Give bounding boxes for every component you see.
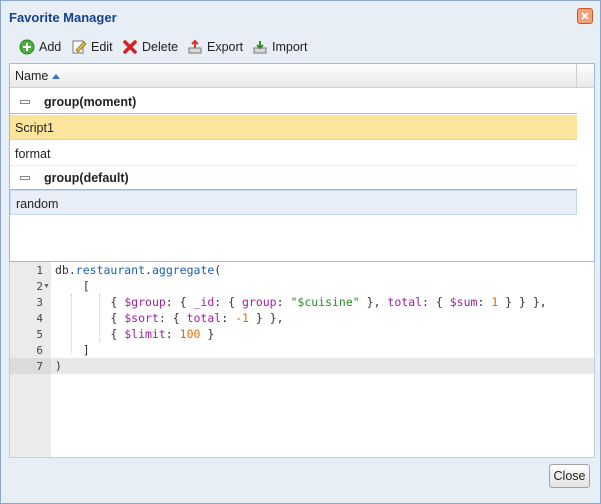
fold-arrow-icon[interactable]: ▼ — [43, 283, 50, 290]
line-number: 6 — [36, 344, 43, 357]
group-row-default[interactable]: group(default) — [10, 165, 577, 190]
grid-header: Name — [10, 64, 594, 88]
code-line-1: db.restaurant.aggregate( — [55, 263, 222, 277]
window-titlebar: Favorite Manager — [1, 1, 600, 32]
collapse-icon[interactable] — [20, 176, 30, 180]
import-icon — [253, 41, 267, 54]
toolbar: Add Edit Delete Export Import — [9, 34, 595, 60]
sort-ascending-icon — [52, 73, 61, 79]
import-label: Import — [272, 40, 308, 54]
export-icon — [188, 39, 202, 54]
header-separator — [576, 64, 577, 88]
group-label: group(moment) — [44, 95, 137, 109]
export-button[interactable]: Export — [187, 37, 243, 57]
edit-label: Edit — [91, 40, 113, 54]
add-icon — [19, 39, 35, 55]
add-button[interactable]: Add — [19, 37, 61, 57]
code-line-2: [ — [82, 279, 90, 293]
code-line-6: ] — [82, 343, 90, 357]
list-item-format[interactable]: format — [10, 141, 577, 166]
export-label: Export — [207, 40, 244, 54]
list-item-random[interactable]: random — [10, 190, 577, 215]
window-close-button[interactable] — [577, 8, 593, 24]
favorites-grid: Name group(moment) Script1 format group(… — [9, 63, 595, 262]
close-button[interactable]: Close — [549, 464, 590, 488]
delete-button[interactable]: Delete — [122, 37, 178, 57]
code-line-4: { $sort: { total: -1 } }, — [110, 311, 284, 325]
code-line-3: { $group: { _id: { group: "$cuisine" }, … — [110, 295, 547, 309]
window-title: Favorite Manager — [9, 10, 117, 25]
edit-button[interactable]: Edit — [71, 37, 113, 57]
dialog-footer: Close — [1, 458, 600, 503]
name-column-header[interactable]: Name — [15, 69, 61, 83]
delete-icon — [123, 40, 137, 54]
list-item-label: random — [16, 197, 59, 211]
close-icon — [581, 12, 589, 20]
collapse-icon[interactable] — [20, 100, 30, 104]
line-number: 1 — [36, 264, 43, 277]
code-editor[interactable]: 1 2 ▼ 3 4 5 6 7 db.restaurant.aggregate(… — [9, 262, 595, 458]
favorite-manager-window: Favorite Manager Add Edit Delete Export … — [0, 0, 601, 504]
group-label: group(default) — [44, 171, 129, 185]
code-line-7: ) — [55, 359, 62, 373]
line-number: 5 — [36, 328, 43, 341]
line-number: 3 — [36, 296, 43, 309]
list-item-label: format — [15, 147, 51, 161]
import-button[interactable]: Import — [252, 37, 307, 57]
list-item-label: Script1 — [15, 121, 54, 135]
code-line-5: { $limit: 100 } — [110, 327, 215, 341]
active-line-highlight — [10, 358, 594, 374]
edit-icon — [72, 40, 87, 54]
name-column-label: Name — [15, 69, 49, 83]
delete-label: Delete — [142, 40, 179, 54]
line-number: 7 — [36, 360, 43, 373]
group-row-moment[interactable]: group(moment) — [10, 89, 577, 114]
list-item-script1[interactable]: Script1 — [10, 115, 577, 140]
add-label: Add — [39, 40, 62, 54]
line-number: 2 — [36, 280, 43, 293]
line-number: 4 — [36, 312, 43, 325]
